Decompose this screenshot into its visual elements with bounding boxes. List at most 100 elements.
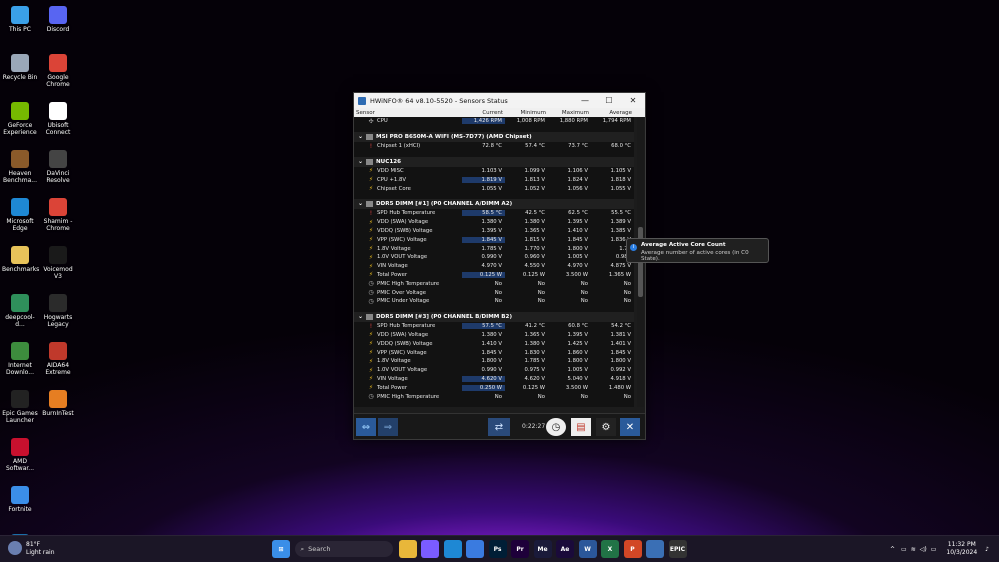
- col-sensor[interactable]: Sensor: [354, 110, 462, 116]
- desktop-icon[interactable]: Ubisoft Connect: [40, 102, 76, 146]
- hwinfo-window[interactable]: HWiNFO® 64 v8.10-5520 - Sensors Status —…: [353, 92, 646, 440]
- after-effects-icon[interactable]: Ae: [556, 540, 574, 558]
- sensor-list[interactable]: ✣ CPU 1,426 RPM 1,008 RPM 1,880 RPM 1,794 RPM…: [354, 117, 634, 407]
- sensor-row[interactable]: ! SPD Hub Temperature 57.5 °C 41.2 °C 60.8 °…: [354, 322, 634, 331]
- expand-arrows-icon[interactable]: ⇒: [378, 418, 398, 436]
- photoshop-icon[interactable]: Ps: [488, 540, 507, 558]
- desktop-icon[interactable]: Recycle Bin: [2, 54, 38, 98]
- sensor-row[interactable]: ⚡ VDDQ (SWB) Voltage 1.395 V 1.365 V 1.410 V…: [354, 227, 634, 236]
- close-sensors-icon[interactable]: ✕: [620, 418, 640, 436]
- chevron-up-icon[interactable]: ^: [890, 546, 895, 553]
- desktop-icon[interactable]: Shamim - Chrome: [40, 198, 76, 242]
- sensor-row[interactable]: ⚡ VDDQ (SWB) Voltage 1.410 V 1.380 V 1.425 V…: [354, 339, 634, 348]
- desktop-icon[interactable]: GeForce Experience: [2, 102, 38, 146]
- col-minimum[interactable]: Minimum: [505, 110, 548, 116]
- sensor-maximum-value: 1.056 V: [567, 185, 588, 192]
- search-box[interactable]: ⌕ Search: [294, 541, 393, 557]
- sensor-average-value: No: [623, 393, 631, 400]
- epic-icon[interactable]: EPIC: [668, 540, 687, 558]
- file-explorer-icon[interactable]: [398, 540, 417, 558]
- sensor-group-header[interactable]: ⌄ NUC126: [354, 156, 634, 167]
- collapse-arrows-icon[interactable]: ⇔: [356, 418, 376, 436]
- col-current[interactable]: Current: [462, 110, 505, 116]
- sensor-row[interactable]: ! SPD Hub Temperature 58.5 °C 42.5 °C 62.5 °…: [354, 209, 634, 218]
- sensor-type-icon: ⚡: [368, 331, 374, 339]
- sensor-row[interactable]: ⚡ 1.8V Voltage 1.800 V 1.785 V 1.800 V 1.800 …: [354, 357, 634, 366]
- sensor-row[interactable]: ⚡ Chipset Core 1.055 V 1.052 V 1.056 V 1.055 …: [354, 184, 634, 193]
- premiere-icon[interactable]: Pr: [511, 540, 529, 558]
- sensor-row[interactable]: ✣ CPU 1,426 RPM 1,008 RPM 1,880 RPM 1,794 RPM: [354, 117, 634, 126]
- word-icon[interactable]: W: [578, 540, 597, 558]
- sensor-row[interactable]: ⚡ VDD (SWA) Voltage 1.380 V 1.380 V 1.395 V 1…: [354, 218, 634, 227]
- desktop-icon[interactable]: AIDA64 Extreme: [40, 342, 76, 386]
- sensor-row[interactable]: ⚡ VPP (SWC) Voltage 1.845 V 1.830 V 1.860 V 1…: [354, 348, 634, 357]
- sensor-row[interactable]: ⚡ 1.0V VOUT Voltage 0.990 V 0.960 V 1.005 V0…: [354, 253, 634, 262]
- sensor-row[interactable]: ⚡ Total Power 0.125 W 0.125 W 3.500 W 1.365 W: [354, 271, 634, 280]
- excel-icon[interactable]: X: [601, 540, 619, 558]
- sensor-row[interactable]: ! Chipset 1 (xHCI) 72.8 °C 57.4 °C 73.7 °C 68…: [354, 142, 634, 151]
- sensor-row[interactable]: ⚡ VDD MISC 1.103 V 1.099 V 1.106 V 1.105 V: [354, 167, 634, 176]
- chevron-down-icon[interactable]: ⌄: [358, 313, 366, 320]
- sensor-row[interactable]: ⚡ CPU +1.8V 1.819 V 1.813 V 1.824 V 1.818 V: [354, 175, 634, 184]
- desktop-icon[interactable]: deepcool-d...: [2, 294, 38, 338]
- sensor-row[interactable]: ⚡ 1.0V VOUT Voltage 0.990 V 0.975 V 1.005 V 0…: [354, 366, 634, 375]
- desktop-icon[interactable]: Discord: [40, 6, 76, 50]
- desktop-icon[interactable]: Heaven Benchma...: [2, 150, 38, 194]
- network-icon[interactable]: ⇄: [488, 418, 510, 436]
- wifi-icon[interactable]: ≋: [911, 546, 916, 553]
- maximize-button[interactable]: ☐: [597, 96, 621, 105]
- sensor-row[interactable]: ◷ PMIC Under Voltage No No No No: [354, 297, 634, 306]
- copilot-icon[interactable]: [421, 540, 439, 558]
- sensor-row[interactable]: ⚡ VDD (SWA) Voltage 1.380 V 1.365 V 1.395 V 1…: [354, 331, 634, 340]
- desktop-icon[interactable]: Fortnite: [2, 486, 38, 530]
- edge-icon[interactable]: [443, 540, 462, 558]
- notification-bell-icon[interactable]: ♪: [985, 546, 989, 553]
- desktop-icon[interactable]: This PC: [2, 6, 38, 50]
- sensor-average-value: No: [623, 298, 631, 305]
- volume-icon[interactable]: ◁): [920, 546, 927, 553]
- desktop-icon[interactable]: Epic Games Launcher: [2, 390, 38, 434]
- clock-icon[interactable]: ◷: [546, 418, 566, 436]
- sensor-row[interactable]: ◷ PMIC High Temperature No No No No: [354, 279, 634, 288]
- tooltip-description: Average number of active cores (in C0 St…: [641, 250, 749, 262]
- window-titlebar[interactable]: HWiNFO® 64 v8.10-5520 - Sensors Status —…: [354, 93, 645, 108]
- powerpoint-icon[interactable]: P: [623, 540, 642, 558]
- sensor-row[interactable]: ◷ PMIC Over Voltage No No No No: [354, 288, 634, 297]
- chevron-down-icon[interactable]: ⌄: [358, 158, 366, 165]
- desktop-icon[interactable]: Internet Downlo...: [2, 342, 38, 386]
- desktop-icon[interactable]: Benchmarks: [2, 246, 39, 290]
- store-icon[interactable]: [466, 540, 484, 558]
- desktop-icon[interactable]: Voicemod V3: [40, 246, 76, 290]
- close-button[interactable]: ✕: [621, 96, 645, 105]
- sensor-group-header[interactable]: ⌄ DDR5 DIMM [#1] (P0 CHANNEL A/DIMM A2): [354, 198, 634, 209]
- weather-widget[interactable]: 81°F Light rain: [8, 541, 55, 557]
- report-icon[interactable]: ▤: [571, 418, 591, 436]
- sensor-minimum-value: 42.5 °C: [525, 210, 545, 217]
- sensor-group-header[interactable]: ⌄ DDR5 DIMM [#3] (P0 CHANNEL B/DIMM B2): [354, 311, 634, 322]
- chevron-down-icon[interactable]: ⌄: [358, 200, 366, 207]
- sensor-row[interactable]: ⚡1.8V Voltage1.785 V1.770 V1.800 V1.78: [354, 244, 634, 253]
- sensor-row[interactable]: ⚡ Total Power 0.250 W 0.125 W 3.500 W 1.480 W: [354, 383, 634, 392]
- media-encoder-icon[interactable]: Me: [533, 540, 552, 558]
- battery-icon[interactable]: ▭: [931, 546, 937, 553]
- hwinfo-icon[interactable]: [646, 540, 664, 558]
- desktop-icon[interactable]: Google Chrome: [40, 54, 76, 98]
- desktop-icon[interactable]: BurnInTest: [40, 390, 76, 434]
- sensor-row[interactable]: ⚡ VIN Voltage 4.970 V 4.550 V 4.970 V 4.875 V: [354, 262, 634, 271]
- sensor-row[interactable]: ⚡ VPP (SWC) Voltage 1.845 V 1.815 V 1.845 V1…: [354, 235, 634, 244]
- chevron-down-icon[interactable]: ⌄: [358, 133, 366, 140]
- clock[interactable]: 11:32 PM 10/3/2024: [946, 541, 977, 557]
- settings-gear-icon[interactable]: ⚙: [596, 418, 616, 436]
- col-average[interactable]: Average: [591, 110, 634, 116]
- minimize-button[interactable]: —: [573, 96, 597, 105]
- network-icon[interactable]: ▭: [901, 546, 907, 553]
- desktop-icon[interactable]: Microsoft Edge: [2, 198, 38, 242]
- col-maximum[interactable]: Maximum: [548, 110, 591, 116]
- sensor-row[interactable]: ⚡ VIN Voltage 4.620 V 4.620 V 5.040 V 4.918 V: [354, 375, 634, 384]
- start-windows-icon[interactable]: ⊞: [272, 540, 290, 558]
- desktop-icon[interactable]: DaVinci Resolve: [40, 150, 76, 194]
- sensor-group-header[interactable]: ⌄ MSI PRO B650M-A WIFI (MS-7D77) (AMD Chi…: [354, 131, 634, 142]
- desktop-icon[interactable]: Hogwarts Legacy: [40, 294, 76, 338]
- desktop-icon[interactable]: AMD Softwar...: [2, 438, 38, 482]
- sensor-row[interactable]: ◷ PMIC High Temperature No No No No: [354, 392, 634, 401]
